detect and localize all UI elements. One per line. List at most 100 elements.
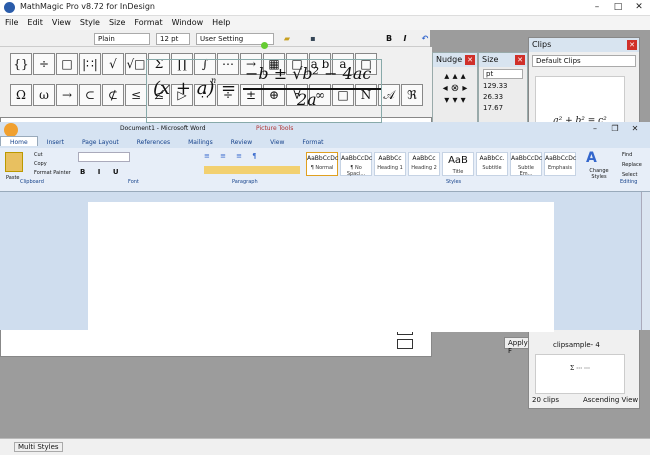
- undo-icon[interactable]: ↶: [418, 32, 432, 45]
- ribbon: Paste Cut Copy Format Painter Clipboard …: [0, 148, 650, 192]
- style-preview: AaBbCcDc: [341, 155, 373, 162]
- palette-button[interactable]: {}: [10, 53, 32, 75]
- palette-button[interactable]: ⊂: [79, 84, 101, 106]
- font-group-label: Font: [128, 179, 139, 185]
- palette-button[interactable]: →: [56, 84, 78, 106]
- office-button[interactable]: [4, 123, 18, 137]
- tab-format[interactable]: Format: [293, 137, 332, 146]
- tab-page-layout[interactable]: Page Layout: [73, 137, 128, 146]
- bold-button[interactable]: B: [382, 32, 396, 45]
- open-icon[interactable]: ▰: [280, 32, 294, 45]
- palette-button[interactable]: ≤: [125, 84, 147, 106]
- equals-sign: =: [221, 78, 237, 99]
- clips-close-icon[interactable]: ✕: [627, 40, 637, 50]
- menu-file[interactable]: File: [0, 16, 22, 27]
- document-page[interactable]: [88, 202, 554, 332]
- style-option[interactable]: AaBbCc Heading 1: [374, 152, 406, 176]
- palette-button[interactable]: ÷: [33, 53, 55, 75]
- vertical-scrollbar[interactable]: [641, 192, 650, 330]
- style-name: Subtle Em...: [518, 165, 534, 177]
- menu-format[interactable]: Format: [129, 16, 166, 27]
- format-painter-button[interactable]: Format Painter: [34, 170, 71, 176]
- tab-references[interactable]: References: [128, 137, 179, 146]
- style-name: Heading 2: [411, 165, 437, 171]
- style-option[interactable]: AaBbCcDc ¶ Normal: [306, 152, 338, 176]
- app-title: MathMagic Pro v8.72 for InDesign: [20, 2, 155, 11]
- mathmagic-titlebar: MathMagic Pro v8.72 for InDesign – □ ✕: [0, 0, 650, 16]
- tab-view[interactable]: View: [261, 137, 293, 146]
- font-name-box[interactable]: [78, 152, 130, 162]
- maximize-button[interactable]: □: [607, 1, 629, 14]
- style-option[interactable]: AaBbCcDc ¶ No Spaci...: [340, 152, 373, 177]
- tab-review[interactable]: Review: [222, 137, 261, 146]
- palette-button[interactable]: ω: [33, 84, 55, 106]
- menu-edit[interactable]: Edit: [22, 16, 47, 27]
- font-select[interactable]: Plain: [94, 33, 150, 45]
- nudge-panel: Nudge ✕ ▴ ▴ ▴ ◂ ⊗ ▸ ▾ ▾ ▾: [432, 52, 478, 132]
- style-name: Heading 1: [377, 165, 403, 171]
- change-styles-icon[interactable]: A: [586, 150, 597, 166]
- word-title: Document1 - Microsoft Word: [120, 125, 206, 132]
- palette-button[interactable]: |∷|: [79, 53, 101, 75]
- select-button[interactable]: Select: [622, 172, 637, 178]
- replace-button[interactable]: Replace: [622, 162, 642, 168]
- tab-insert[interactable]: Insert: [38, 137, 73, 146]
- palette-button[interactable]: √□: [125, 53, 147, 75]
- depth-value[interactable]: 17.67: [483, 103, 527, 114]
- size-select[interactable]: 12 pt: [156, 33, 190, 45]
- tab-mailings[interactable]: Mailings: [179, 137, 222, 146]
- size-close-icon[interactable]: ✕: [515, 55, 525, 65]
- paste-icon[interactable]: [5, 152, 23, 172]
- ribbon-tabs: Home Insert Page Layout References Mailings R…: [0, 136, 650, 148]
- clips-title: Clips: [532, 40, 552, 49]
- style-name: Title: [452, 169, 464, 175]
- clip-thumbnail[interactable]: Σ ⋯ ⋯: [535, 354, 625, 394]
- checkbox[interactable]: [397, 339, 413, 349]
- palette-button[interactable]: √: [102, 53, 124, 75]
- font-format-buttons[interactable]: B I U: [80, 168, 124, 176]
- palette-button[interactable]: □: [56, 53, 78, 75]
- style-preview: AaBbCcDc: [545, 155, 577, 162]
- palette-button[interactable]: ⊄: [102, 84, 124, 106]
- rotate-handle[interactable]: [261, 42, 268, 49]
- clips-dropdown[interactable]: Default Clips: [532, 55, 636, 67]
- style-option[interactable]: AaBbCcDc Subtle Em...: [510, 152, 542, 177]
- style-option[interactable]: AaBbCcDc Emphasis: [544, 152, 576, 176]
- style-preview: AaB: [448, 155, 468, 166]
- minimize-button[interactable]: –: [586, 1, 608, 14]
- save-icon[interactable]: ▪: [306, 32, 320, 45]
- palette-button[interactable]: Ω: [10, 84, 32, 106]
- cut-button[interactable]: Cut: [34, 152, 43, 158]
- nudge-arrows[interactable]: ▴ ▴ ▴ ◂ ⊗ ▸ ▾ ▾ ▾: [433, 67, 477, 107]
- nudge-close-icon[interactable]: ✕: [465, 55, 475, 65]
- unit-select[interactable]: pt: [483, 69, 523, 79]
- style-option[interactable]: AaBbCc Heading 2: [408, 152, 440, 176]
- menu-size[interactable]: Size: [104, 16, 129, 27]
- word-close-button[interactable]: ✕: [624, 122, 646, 135]
- style-option[interactable]: AaB Title: [442, 152, 474, 176]
- word-restore-button[interactable]: ❐: [604, 122, 626, 135]
- clip-sample-label: clipsample- 4: [553, 341, 600, 349]
- change-styles-button[interactable]: Change Styles: [586, 168, 612, 180]
- palette-button[interactable]: ℜ: [401, 84, 423, 106]
- paste-label[interactable]: Paste: [6, 175, 20, 181]
- style-option[interactable]: AaBbCc. Subtitle: [476, 152, 508, 176]
- height-value[interactable]: 26.33: [483, 92, 527, 103]
- paragraph-buttons[interactable]: ≡ ≡ ≡ ¶: [204, 152, 261, 160]
- find-button[interactable]: Find: [622, 152, 632, 158]
- menu-style[interactable]: Style: [75, 16, 104, 27]
- italic-button[interactable]: I: [398, 32, 412, 45]
- word-minimize-button[interactable]: –: [584, 122, 606, 135]
- copy-button[interactable]: Copy: [34, 161, 47, 167]
- menu-window[interactable]: Window: [167, 16, 208, 27]
- sort-view[interactable]: Ascending View: [583, 396, 638, 404]
- alignment-buttons[interactable]: [204, 166, 300, 174]
- menu-view[interactable]: View: [47, 16, 75, 27]
- equation-object[interactable]: (x + a) n = −b ± √b² − 4ac 2a: [146, 42, 382, 123]
- tab-home[interactable]: Home: [0, 136, 38, 146]
- style-preview: AaBbCcDc: [307, 155, 339, 162]
- close-button[interactable]: ✕: [628, 1, 650, 14]
- width-value[interactable]: 129.33: [483, 81, 527, 92]
- menu-help[interactable]: Help: [207, 16, 234, 27]
- style-name: ¶ Normal: [310, 165, 334, 171]
